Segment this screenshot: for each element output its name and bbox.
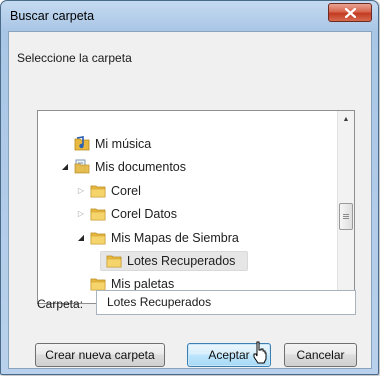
folder-icon — [90, 276, 106, 291]
tree-item[interactable]: ◢ Mis Mapas de Siembra — [38, 227, 337, 249]
folder-path-field[interactable]: Lotes Recuperados — [96, 290, 356, 315]
prompt-text: Seleccione la carpeta — [17, 51, 132, 65]
tree-item[interactable]: ▷ Corel Datos — [38, 203, 337, 225]
documents-folder-icon — [74, 159, 90, 174]
title-bar[interactable]: Buscar carpeta — [1, 1, 378, 31]
tree-item-label: Corel — [111, 184, 141, 198]
tree-item-label: Mi música — [95, 137, 152, 151]
expanded-arrow-icon[interactable]: ◢ — [76, 227, 86, 249]
tree-item[interactable]: Lotes Recuperados — [38, 250, 337, 272]
collapsed-arrow-icon[interactable]: ▷ — [76, 203, 86, 225]
music-folder-icon — [74, 136, 90, 151]
folder-field-label: Carpeta: — [37, 297, 84, 311]
folder-tree[interactable]: Mi música ◢ Mis documentos ▷ Corel ▷ Corel Dat… — [37, 110, 355, 304]
folder-icon — [90, 230, 106, 245]
tree-item-label: Lotes Recuperados — [127, 254, 236, 268]
close-icon — [345, 8, 356, 18]
folder-icon — [106, 253, 122, 268]
dialog-window: Buscar carpeta Seleccione la carpeta Mi … — [0, 0, 379, 375]
tree-item[interactable]: ◢ Mis documentos — [38, 156, 337, 178]
scroll-up-arrow-icon[interactable]: ▲ — [338, 111, 354, 128]
tree-item[interactable]: ▷ Corel — [38, 180, 337, 202]
tree-item-label: Mis documentos — [95, 160, 187, 174]
vertical-scrollbar[interactable]: ▲ ▼ — [337, 111, 354, 303]
new-folder-button[interactable]: Crear nueva carpeta — [35, 343, 165, 367]
scroll-thumb[interactable] — [339, 203, 353, 230]
dialog-body: Seleccione la carpeta Mi música ◢ Mis docu… — [8, 31, 372, 369]
cancel-button[interactable]: Cancelar — [284, 343, 357, 367]
dialog-title: Buscar carpeta — [10, 9, 95, 23]
folder-icon — [90, 183, 106, 198]
tree-item-label: Mis Mapas de Siembra — [111, 231, 239, 245]
folder-icon — [90, 206, 106, 221]
collapsed-arrow-icon[interactable]: ▷ — [76, 180, 86, 202]
tree-item[interactable]: Mi música — [38, 133, 337, 155]
mouse-pointer-icon — [253, 341, 267, 364]
tree-item-label: Corel Datos — [111, 207, 177, 221]
close-button[interactable] — [328, 3, 372, 22]
expanded-arrow-icon[interactable]: ◢ — [60, 156, 70, 178]
